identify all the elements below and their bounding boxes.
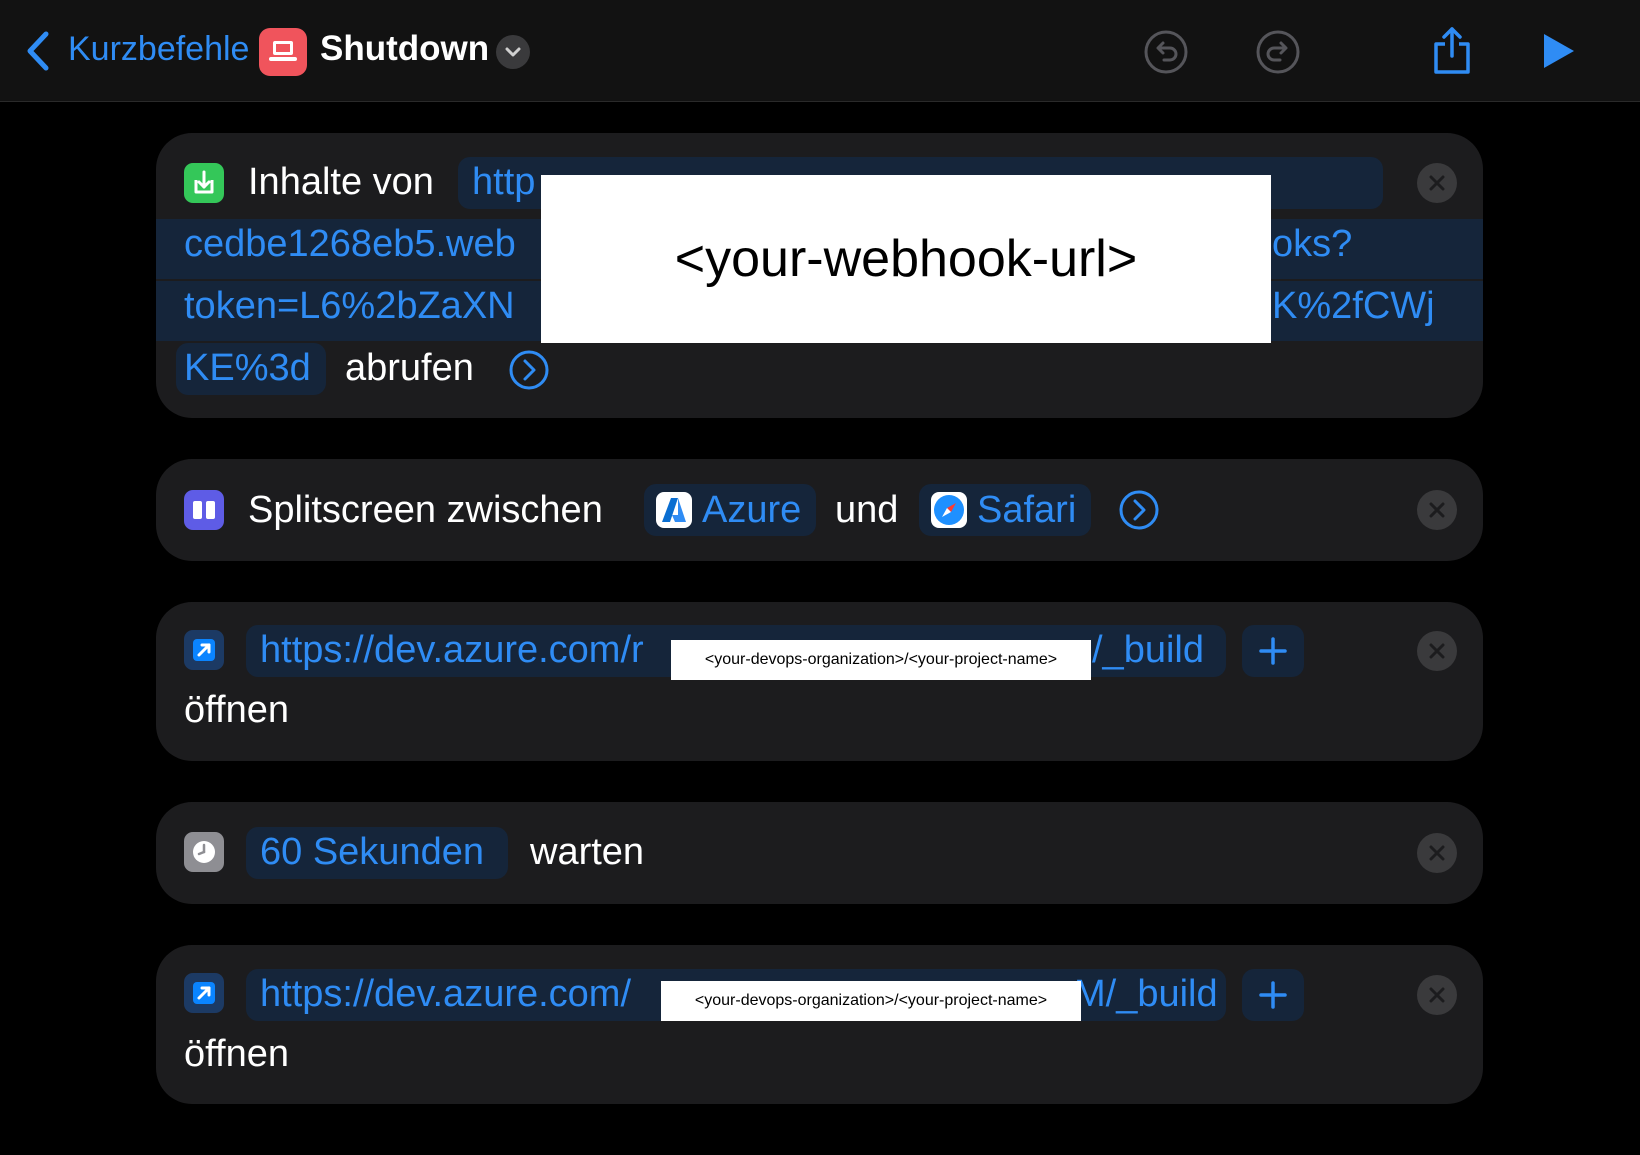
url-text[interactable]: KE%3d [184,347,311,390]
url-text[interactable]: oks? [1272,223,1352,266]
action-splitscreen[interactable]: Splitscreen zwischen Azure und Safari [156,459,1483,561]
undo-icon[interactable] [1144,30,1188,74]
top-bar: Kurzbefehle Shutdown [0,0,1640,102]
url-text[interactable]: /_build [1092,629,1204,672]
expand-icon[interactable] [1118,489,1160,531]
download-icon [184,163,224,203]
url-text[interactable]: K%2fCWj [1272,285,1435,328]
action-suffix: öffnen [184,1033,289,1075]
safari-icon [931,492,967,528]
plus-icon [1259,637,1287,665]
action-get-contents-of-url[interactable]: Inhalte von http cedbe1268eb5.web token=… [156,133,1483,418]
url-text[interactable]: token=L6%2bZaXN [184,285,515,328]
splitscreen-icon [184,490,224,530]
redaction-box: <your-devops-organization>/<your-project… [661,981,1081,1021]
action-label: warten [530,831,645,873]
app-name-safari[interactable]: Safari [977,489,1076,532]
app-name-azure[interactable]: Azure [702,489,801,532]
azure-icon [656,492,692,528]
duration-value[interactable]: 60 Sekunden [260,831,484,874]
action-open-url[interactable]: https://dev.azure.com/ M/_build <your-de… [156,945,1483,1104]
laptop-icon[interactable] [259,28,307,76]
open-url-icon [184,630,224,670]
play-icon[interactable] [1540,32,1576,70]
action-label: Splitscreen zwischen [248,489,603,531]
add-variable-button[interactable] [1242,969,1304,1021]
action-label: Inhalte von [248,161,434,203]
url-text[interactable]: https://dev.azure.com/ [260,973,631,1016]
plus-icon [1259,981,1287,1009]
url-text[interactable]: http [472,161,535,204]
url-text[interactable]: M/_build [1074,973,1218,1016]
shortcut-title[interactable]: Shutdown [320,29,489,69]
close-icon[interactable] [1417,975,1457,1015]
redaction-box: <your-devops-organization>/<your-project… [671,640,1091,680]
chevron-down-icon[interactable] [496,35,530,69]
close-icon[interactable] [1417,163,1457,203]
action-wait[interactable]: 60 Sekunden warten [156,802,1483,904]
share-icon[interactable] [1430,24,1474,76]
close-icon[interactable] [1417,833,1457,873]
add-variable-button[interactable] [1242,625,1304,677]
open-url-icon [184,973,224,1013]
redo-icon[interactable] [1256,30,1300,74]
url-text[interactable]: cedbe1268eb5.web [184,223,516,266]
connector-text: und [835,489,899,531]
action-suffix: abrufen [345,347,474,389]
back-button[interactable]: Kurzbefehle [68,30,249,69]
chevron-left-icon[interactable] [22,28,52,74]
close-icon[interactable] [1417,631,1457,671]
clock-icon [184,832,224,872]
url-text[interactable]: https://dev.azure.com/r [260,629,644,672]
expand-icon[interactable] [508,349,550,391]
action-open-url[interactable]: https://dev.azure.com/r /_build <your-de… [156,602,1483,761]
close-icon[interactable] [1417,490,1457,530]
action-suffix: öffnen [184,689,289,731]
redaction-box: <your-webhook-url> [541,175,1271,343]
